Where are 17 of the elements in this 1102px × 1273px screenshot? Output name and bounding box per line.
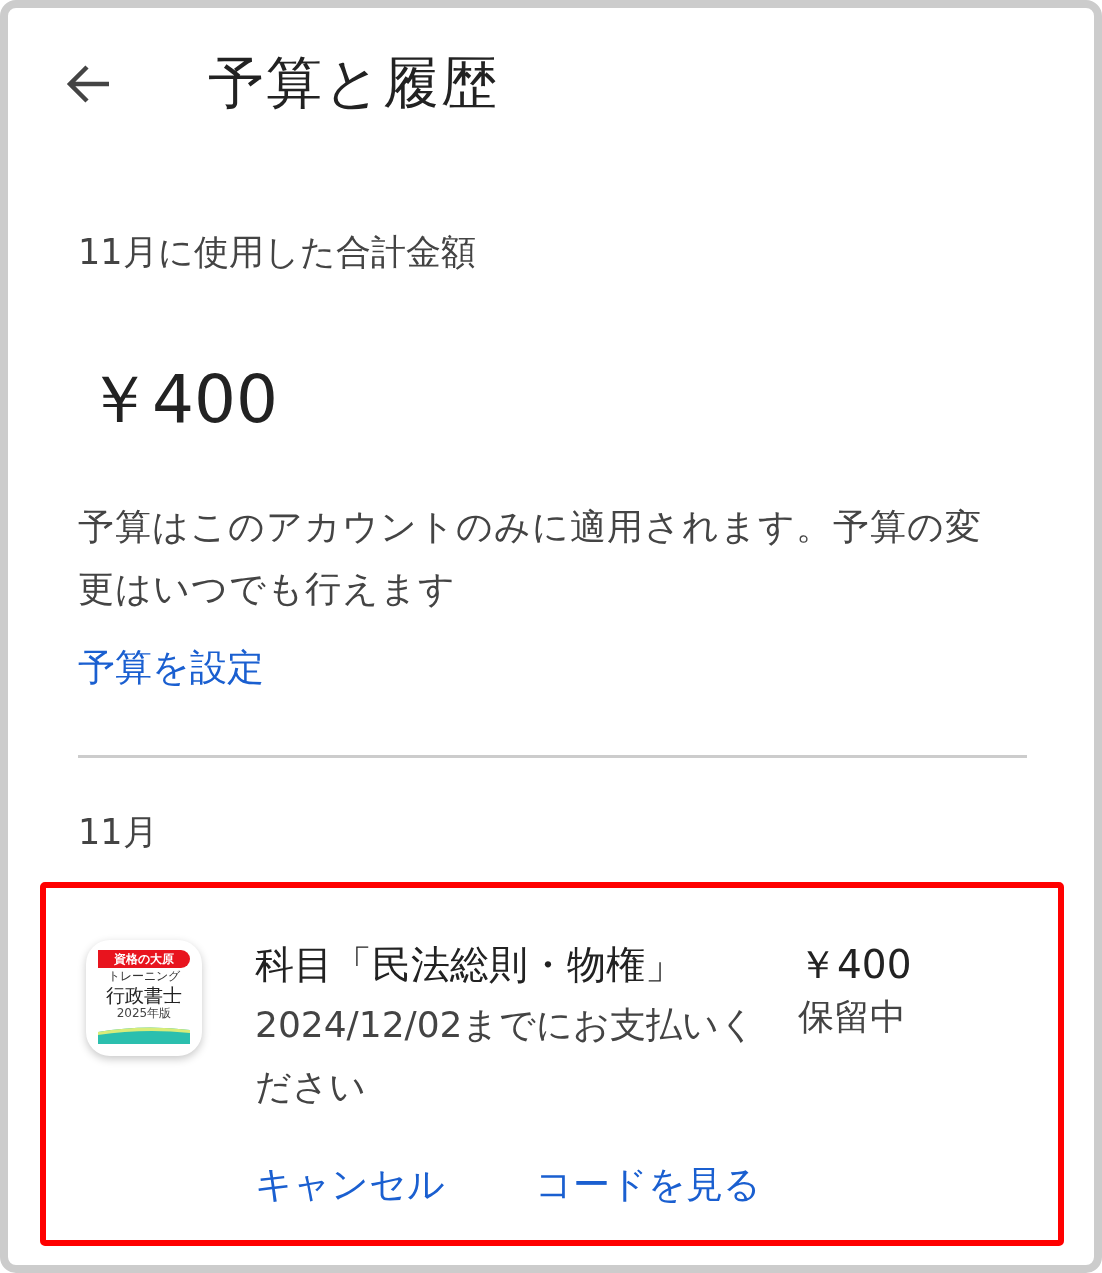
- action-link[interactable]: コードを見る: [535, 1161, 761, 1209]
- action-link[interactable]: キャンセル: [255, 1161, 445, 1209]
- page-title: 予算と履歴: [208, 49, 499, 117]
- month-heading: 11月: [78, 811, 158, 854]
- total-amount: ￥400: [86, 364, 278, 436]
- back-arrow-icon: [65, 64, 111, 104]
- set-budget-link[interactable]: 予算を設定: [78, 644, 264, 692]
- item-status: 保留中: [798, 995, 906, 1039]
- app-icon-subtitle: トレーニング: [108, 969, 180, 984]
- app-icon-edition: 2025年版: [116, 1006, 172, 1020]
- app-icon-banner: 資格の大原: [98, 950, 190, 968]
- item-title: 科目「民法総則・物権」: [255, 941, 684, 989]
- item-price: ￥400: [798, 941, 912, 989]
- total-label: 11月に使用した合計金額: [78, 231, 476, 274]
- budget-note: 予算はこのアカウントのみに適用されます。予算の変更はいつでも行えます: [78, 505, 983, 611]
- item-due-note: 2024/12/02までにお支払いください: [255, 1003, 758, 1109]
- app-icon-title: 行政書士: [106, 984, 182, 1006]
